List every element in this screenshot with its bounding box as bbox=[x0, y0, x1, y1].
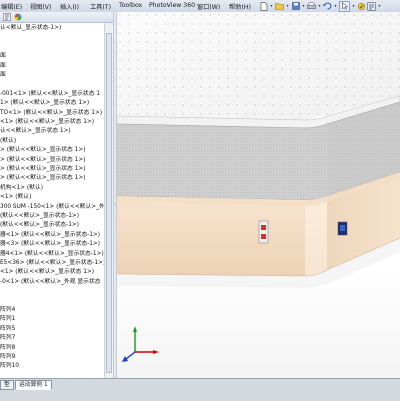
tree-item[interactable]: 阵列8 bbox=[0, 344, 15, 352]
tree-item[interactable]: > (默认<<默认>_显示状态 1>) bbox=[0, 165, 85, 173]
print-icon[interactable] bbox=[307, 2, 316, 11]
feature-manager-panel: 认<默认_显示状态-1>) 面面面 -001<1> (默认<<默认>_显示状态 11… bbox=[0, 12, 114, 391]
tree-item[interactable]: 阵列7 bbox=[0, 334, 15, 342]
tree-item[interactable]: -001<1> (默认<<默认>_显示状态 1 bbox=[0, 90, 100, 98]
undo-icon[interactable] bbox=[323, 2, 332, 11]
tab-motion-study-1[interactable]: 运动算例 1 bbox=[15, 380, 52, 390]
tree-item[interactable]: TO<1> (默认<<默认>_显示状态 1>) bbox=[0, 109, 102, 117]
tab-model[interactable]: 型 bbox=[0, 380, 14, 390]
rebuild-icon[interactable] bbox=[357, 2, 366, 11]
tree-item[interactable]: 阵列10 bbox=[0, 362, 19, 370]
tree-item[interactable]: 阵列5 bbox=[0, 325, 15, 333]
menu-insert[interactable]: 插入(I) bbox=[60, 2, 79, 11]
model-3d-bed[interactable] bbox=[117, 12, 400, 378]
control-panel bbox=[258, 220, 269, 244]
tree-item[interactable]: <1> (默认) bbox=[0, 193, 31, 201]
tree-item[interactable]: <1> (默认<<默认>_显示状态 1>) bbox=[0, 268, 94, 276]
tree-item[interactable]: 面 bbox=[0, 62, 6, 70]
feature-tree: 认<默认_显示状态-1>) 面面面 -001<1> (默认<<默认>_显示状态 11… bbox=[0, 23, 104, 378]
menu-edit[interactable]: 编辑(E) bbox=[1, 2, 22, 11]
tree-item[interactable]: 器<3> (默认<<默认>_显示状态-1>) bbox=[0, 240, 100, 248]
tree-item[interactable]: 器4<1> (默认<<默认>_显示状态-1>) bbox=[0, 250, 104, 258]
chevron-down-icon[interactable]: ▾ bbox=[333, 2, 338, 11]
options-icon[interactable] bbox=[367, 1, 376, 11]
feature-manager-tabs bbox=[0, 12, 113, 23]
graphics-viewport[interactable]: ▾ ▾ ▾ bbox=[117, 12, 400, 378]
bottom-tab-bar: 型 运动算例 1 bbox=[0, 378, 400, 401]
feature-tree-tab-icon[interactable] bbox=[3, 13, 11, 23]
tree-item[interactable]: (默认) bbox=[0, 137, 16, 145]
tree-item[interactable]: 面 bbox=[0, 71, 6, 79]
tree-item[interactable]: > (默认<<默认>_显示状态 1>) bbox=[0, 146, 85, 154]
menu-toolbox[interactable]: Toolbox bbox=[119, 2, 142, 9]
tree-item[interactable]: 阵列1 bbox=[0, 315, 15, 323]
tree-item[interactable]: 300 SUM -150<1> (默认<<默认>_外 bbox=[0, 203, 104, 211]
coordinate-triad-icon bbox=[122, 326, 159, 362]
tree-item[interactable]: 机构<1> (默认) bbox=[0, 184, 43, 192]
tree-item[interactable]: 认<默认_显示状态-1>) bbox=[0, 24, 61, 32]
chevron-down-icon[interactable]: ▾ bbox=[269, 2, 274, 11]
open-folder-icon[interactable] bbox=[275, 2, 284, 11]
chevron-down-icon[interactable]: ▾ bbox=[317, 2, 322, 11]
save-icon[interactable] bbox=[291, 2, 300, 11]
tree-item[interactable]: 认<<默认>_显示状态 1>) bbox=[0, 127, 71, 135]
tree-item[interactable]: > (默认<<默认>_显示状态 1>) bbox=[0, 156, 85, 164]
chevron-down-icon[interactable]: ▾ bbox=[377, 2, 382, 11]
tree-item[interactable]: 面 bbox=[0, 52, 6, 60]
tree-item[interactable]: 阵列4 bbox=[0, 306, 15, 314]
tree-item[interactable]: -0<1> (默认<<默认>_外观 显示状态 bbox=[0, 278, 101, 286]
chevron-down-icon[interactable]: ▾ bbox=[301, 2, 306, 11]
standard-toolbar: ▾ ▾ ▾ ▾ ▾ ▾ ▾ bbox=[259, 0, 382, 12]
chevron-down-icon[interactable]: ▾ bbox=[285, 2, 290, 11]
menu-window[interactable]: 窗口(W) bbox=[197, 2, 220, 11]
menu-help[interactable]: 帮助(H) bbox=[229, 2, 251, 11]
tree-item[interactable]: 器<1> (默认<<默认>_显示状态-1>) bbox=[0, 231, 100, 239]
menu-tools[interactable]: 工具(T) bbox=[90, 2, 111, 11]
select-arrow-icon[interactable] bbox=[339, 0, 350, 12]
tree-item[interactable]: E5<36> (默认<<默认>_显示状态-1>) bbox=[0, 259, 104, 267]
tree-item[interactable]: > (默认<<默认>_显示状态 1>) bbox=[0, 174, 85, 182]
tree-item[interactable]: (默认<<默认>_显示状态-1>) bbox=[0, 212, 79, 220]
appearance-tab-icon[interactable] bbox=[14, 13, 22, 23]
tree-scroll-thumb[interactable] bbox=[106, 33, 112, 373]
tree-item[interactable]: 阵列9 bbox=[0, 353, 15, 361]
tree-item[interactable]: <1> (默认<<默认>_显示状态 1>) bbox=[0, 118, 94, 126]
menu-view[interactable]: 视图(V) bbox=[30, 2, 51, 11]
tree-item[interactable]: (默认<<默认>_显示状态-1>) bbox=[0, 221, 79, 229]
tree-vertical-scrollbar[interactable] bbox=[104, 23, 113, 378]
tree-item[interactable]: 1> (默认<<默认>_显示状态 1>) bbox=[0, 99, 89, 107]
new-document-icon[interactable] bbox=[259, 1, 268, 11]
menu-photoview[interactable]: PhotoView 360 bbox=[149, 2, 195, 9]
chevron-down-icon[interactable]: ▾ bbox=[351, 2, 356, 11]
